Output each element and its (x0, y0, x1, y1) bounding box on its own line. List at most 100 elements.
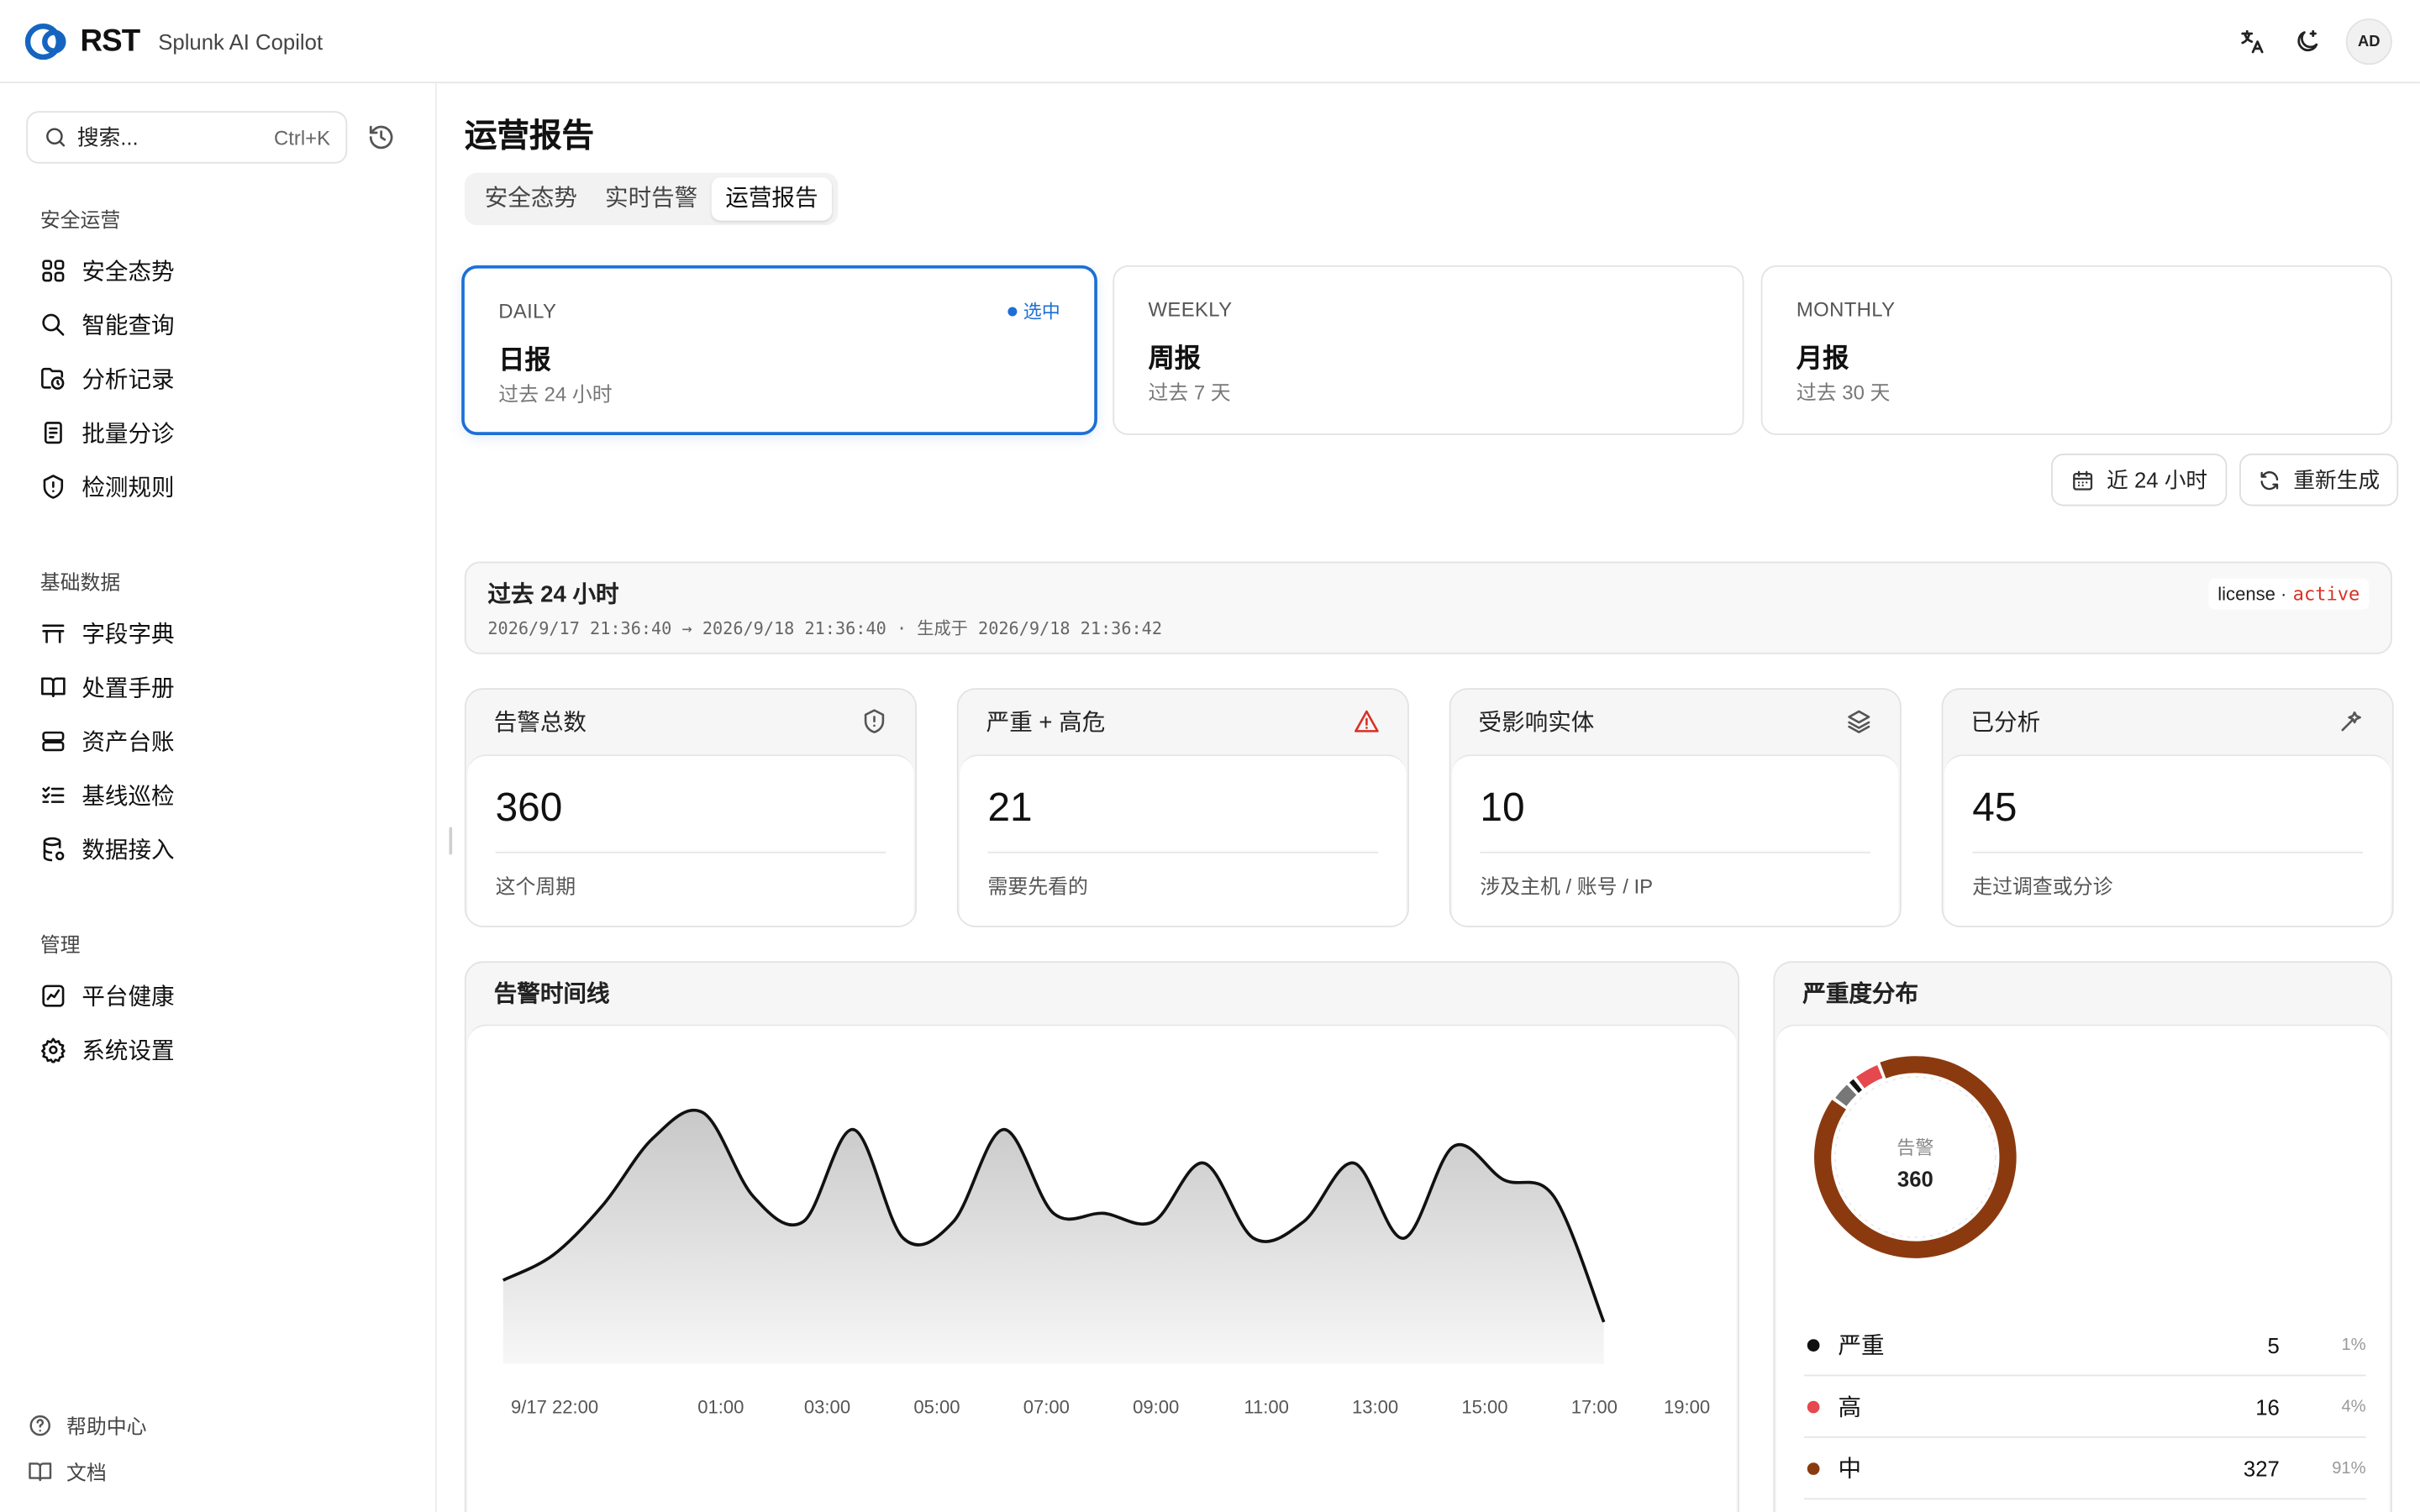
severity-name: 中 (1838, 1456, 1862, 1483)
time-range-label: 近 24 小时 (2107, 467, 2208, 492)
severity-count: 327 (2243, 1455, 2280, 1481)
translate-icon[interactable] (2235, 24, 2269, 58)
divider (1972, 851, 2363, 853)
sidebar-item-asset-ledger[interactable]: 资产台账 (40, 722, 175, 759)
period-code: DAILY (498, 299, 557, 323)
docs-label: 文档 (66, 1461, 107, 1484)
warning-triangle-icon (1355, 710, 1379, 732)
stat-label: 受影响实体 (1478, 709, 1595, 737)
sidebar-item-detection-rules[interactable]: 检测规则 (40, 468, 175, 505)
sidebar-item-batch-triage[interactable]: 批量分诊 (40, 413, 175, 450)
sidebar-item-analysis-records[interactable]: 分析记录 (40, 360, 175, 396)
x-tick-label: 07:00 (1023, 1396, 1070, 1418)
nav-section-base-data: 基础数据 (39, 570, 121, 595)
sidebar-item-label: 智能查询 (82, 312, 175, 339)
stat-desc: 涉及主机 / 账号 / IP (1480, 874, 1654, 898)
sidebar-item-platform-health[interactable]: 平台健康 (40, 977, 175, 1014)
range-title: 过去 24 小时 (487, 581, 619, 608)
nav-section-security-ops: 安全运营 (39, 207, 121, 232)
stat-value: 45 (1972, 784, 2018, 831)
tab-realtime-alerts[interactable]: 实时告警 (591, 177, 711, 220)
x-tick-label: 01:00 (697, 1396, 744, 1418)
tab-ops-report[interactable]: 运营报告 (711, 177, 833, 221)
docs-link[interactable]: 文档 (28, 1457, 107, 1486)
license-status: active (2292, 583, 2360, 605)
regenerate-button[interactable]: 重新生成 (2239, 453, 2399, 507)
timeline-title: 告警时间线 (493, 981, 610, 1008)
sidebar: 搜索... Ctrl+K 安全运营 安全态势 智能查询 分析记录 批量分诊 检测… (0, 83, 437, 1512)
severity-pct: 91% (2332, 1458, 2366, 1478)
sidebar-item-field-dictionary[interactable]: 字段字典 (40, 614, 175, 651)
book-open-icon (41, 676, 66, 697)
severity-count: 16 (2255, 1394, 2280, 1419)
stat-desc: 走过调查或分诊 (1972, 874, 2113, 898)
sidebar-item-label: 检测规则 (82, 474, 175, 501)
sidebar-item-label: 分析记录 (82, 366, 175, 393)
top-bar: RST Splunk AI Copilot AD (0, 0, 2420, 84)
severity-title: 严重度分布 (1802, 981, 1919, 1008)
tab-security-posture[interactable]: 安全态势 (471, 177, 591, 220)
sidebar-item-settings[interactable]: 系统设置 (40, 1031, 175, 1068)
history-icon[interactable] (367, 123, 395, 151)
stat-label: 告警总数 (493, 709, 587, 737)
x-tick-label: 03:00 (803, 1396, 851, 1418)
sidebar-item-posture[interactable]: 安全态势 (40, 251, 175, 288)
refresh-icon (2260, 470, 2279, 490)
severity-panel: 严重度分布 告警 360 严重 5 1% 高 16 4% 中 327 91% (1773, 961, 2392, 1512)
stat-value: 21 (987, 784, 1033, 831)
sidebar-item-label: 基线巡检 (82, 783, 175, 810)
timeline-body: 9/17 22:00 01:00 03:00 05:00 07:00 09:00 11:00… (467, 1024, 1737, 1512)
period-card-daily[interactable]: DAILY 选中 日报 过去 24 小时 (461, 265, 1097, 435)
grid-icon (42, 259, 65, 281)
range-detail: 2026/9/17 21:36:40 → 2026/9/18 21:36:40 … (487, 618, 1163, 639)
search-input[interactable]: 搜索... Ctrl+K (26, 111, 348, 164)
x-tick-label: 19:00 (1663, 1396, 1711, 1418)
top-actions: AD (2235, 18, 2392, 66)
help-center-link[interactable]: 帮助中心 (28, 1410, 147, 1440)
gear-icon (41, 1037, 66, 1063)
time-range-button[interactable]: 近 24 小时 (2050, 453, 2228, 507)
stat-card-analyzed: 已分析 45 走过调查或分诊 (1941, 688, 2394, 927)
calendar-icon (2073, 470, 2093, 490)
period-code: WEEKLY (1148, 297, 1233, 322)
stat-label: 已分析 (1970, 709, 2041, 737)
x-tick-label: 05:00 (913, 1396, 960, 1418)
stat-card-total-alerts: 告警总数 360 这个周期 (464, 688, 917, 927)
severity-row-high: 高 16 4% (1804, 1376, 2366, 1438)
nav-section-admin: 管理 (39, 933, 81, 957)
critical-dot-icon (1807, 1338, 1820, 1352)
selected-badge: 选中 (1007, 297, 1060, 323)
sidebar-item-data-ingest[interactable]: 数据接入 (40, 830, 175, 867)
stat-body: 10 涉及主机 / 账号 / IP (1452, 754, 1899, 927)
stat-card-affected-entities: 受影响实体 10 涉及主机 / 账号 / IP (1449, 688, 1902, 927)
sidebar-item-baseline-inspection[interactable]: 基线巡检 (40, 776, 175, 813)
page-title: 运营报告 (464, 118, 595, 155)
logo-text: RST (80, 24, 141, 58)
sidebar-item-smart-query[interactable]: 智能查询 (40, 306, 175, 343)
search-icon (46, 128, 66, 147)
table-icon (42, 623, 65, 643)
period-card-monthly[interactable]: MONTHLY 月报 过去 30 天 (1760, 265, 2392, 435)
main-content: 运营报告 安全态势 实时告警 运营报告 DAILY 选中 日报 过去 24 小时… (439, 83, 2420, 1512)
list-check-icon (42, 785, 65, 803)
period-name: 日报 (498, 345, 551, 375)
x-tick-label: 13:00 (1351, 1396, 1399, 1418)
sidebar-item-label: 数据接入 (82, 837, 175, 864)
period-code: MONTHLY (1796, 297, 1896, 322)
severity-name: 严重 (1838, 1332, 1885, 1360)
sidebar-item-label: 平台健康 (82, 983, 175, 1011)
book-icon (29, 1462, 52, 1481)
report-range-box: 过去 24 小时 2026/9/17 21:36:40 → 2026/9/18 … (464, 561, 2392, 654)
tab-bar: 安全态势 实时告警 运营报告 (464, 172, 839, 226)
divider (987, 851, 1379, 853)
sidebar-item-playbook[interactable]: 处置手册 (40, 668, 175, 705)
avatar[interactable]: AD (2345, 18, 2392, 66)
period-name: 周报 (1148, 344, 1201, 374)
history-folder-icon (41, 366, 65, 390)
divider (1480, 851, 1871, 853)
logo[interactable]: RST Splunk AI Copilot (24, 20, 323, 63)
period-card-weekly[interactable]: WEEKLY 周报 过去 7 天 (1113, 265, 1744, 435)
theme-toggle-icon[interactable] (2291, 24, 2324, 58)
clipboard-icon (44, 421, 62, 444)
sidebar-item-label: 字段字典 (82, 621, 175, 648)
